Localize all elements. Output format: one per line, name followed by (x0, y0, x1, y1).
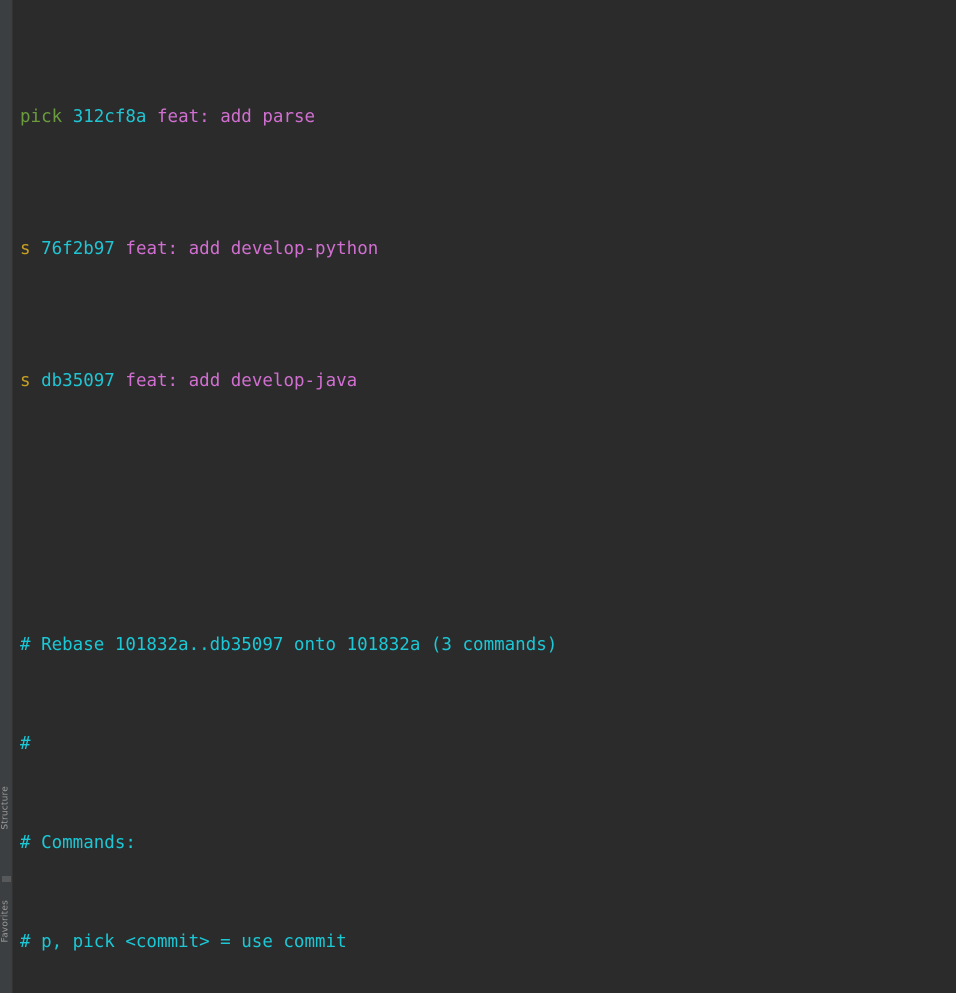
rebase-todo-line[interactable]: pick 312cf8a feat: add parse (20, 101, 956, 134)
commit-hash[interactable]: 312cf8a (73, 107, 147, 127)
comment-line[interactable]: # Commands: (20, 827, 956, 860)
rebase-command-keyword[interactable]: pick (20, 107, 62, 127)
commit-message[interactable]: feat: add parse (157, 107, 315, 127)
left-tool-window-strip[interactable]: Structure Favorites (0, 0, 13, 993)
code-content[interactable]: pick 312cf8a feat: add parse s 76f2b97 f… (13, 2, 956, 993)
tool-strip-divider (2, 876, 11, 882)
tool-window-button-structure[interactable]: Structure (0, 786, 12, 830)
comment-line[interactable]: # (20, 728, 956, 761)
comment-line[interactable]: # Rebase 101832a..db35097 onto 101832a (… (20, 629, 956, 662)
rebase-todo-line[interactable]: s 76f2b97 feat: add develop-python (20, 233, 956, 266)
commit-hash[interactable]: db35097 (41, 371, 115, 391)
comment-line[interactable]: # p, pick <commit> = use commit (20, 926, 956, 959)
rebase-todo-line[interactable]: s db35097 feat: add develop-java (20, 365, 956, 398)
commit-message[interactable]: feat: add develop-java (125, 371, 357, 391)
code-editor[interactable]: pick 312cf8a feat: add parse s 76f2b97 f… (13, 0, 956, 993)
commit-message[interactable]: feat: add develop-python (125, 239, 378, 259)
rebase-command-keyword[interactable]: s (20, 239, 31, 259)
blank-line[interactable] (20, 497, 956, 530)
commit-hash[interactable]: 76f2b97 (41, 239, 115, 259)
ide-window: Structure Favorites pick 312cf8a feat: a… (0, 0, 956, 993)
tool-window-button-favorites[interactable]: Favorites (0, 900, 12, 942)
rebase-command-keyword[interactable]: s (20, 371, 31, 391)
